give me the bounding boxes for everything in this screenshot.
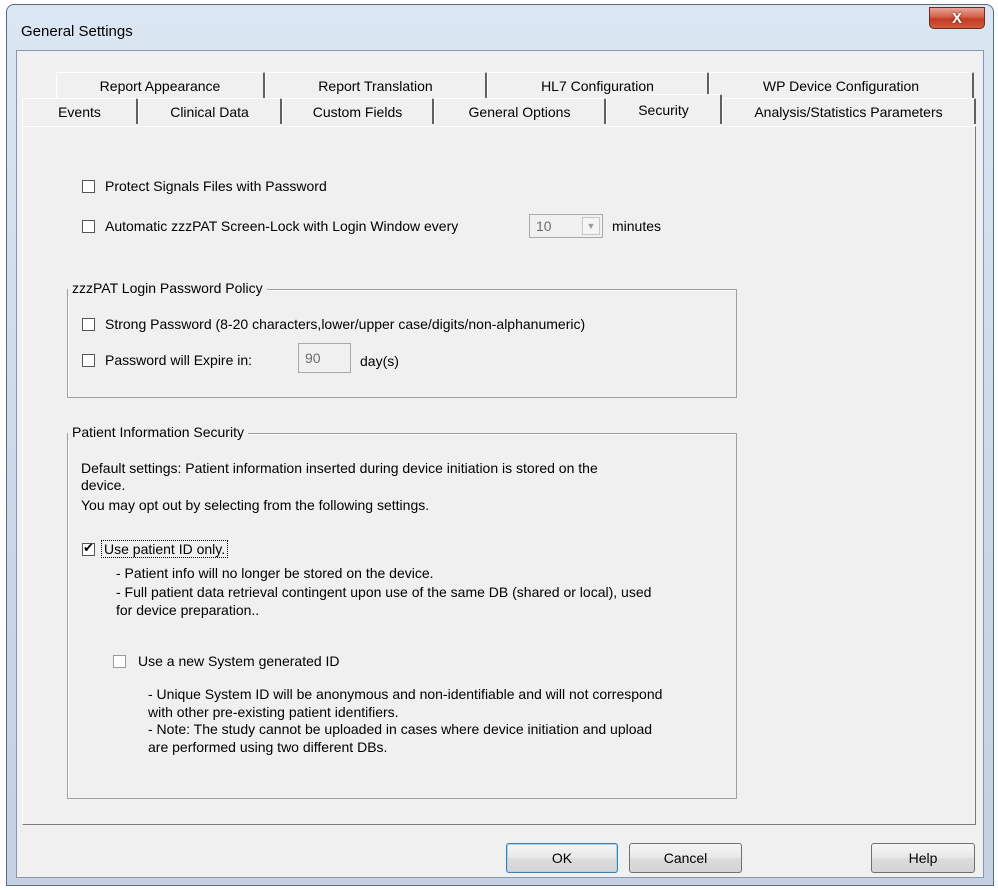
strong-password-label: Strong Password (8-20 characters,lower/u… [105,316,586,332]
protect-signals-row[interactable]: Protect Signals Files with Password [82,178,327,194]
tab-clinical-data[interactable]: Clinical Data [138,98,282,124]
tab-row-front: Events Clinical Data Custom Fields Gener… [22,94,976,124]
patient-info-description-line1: Default settings: Patient information in… [81,460,598,476]
patient-info-description-line2: device. [81,477,126,493]
patient-info-description-line3: You may opt out by selecting from the fo… [81,497,430,513]
close-icon: X [951,9,962,27]
system-id-note2-line1: - Note: The study cannot be uploaded in … [148,721,653,737]
tab-report-appearance[interactable]: Report Appearance [56,72,265,98]
password-expire-row[interactable]: Password will Expire in: [82,352,252,368]
help-button[interactable]: Help [871,843,975,873]
patient-id-note2-line1: - Full patient data retrieval contingent… [116,584,652,600]
system-id-checkbox[interactable] [113,654,126,668]
screen-lock-interval-value: 10 [536,218,552,234]
system-id-note1-line1: - Unique System ID will be anonymous and… [148,686,663,702]
chevron-down-icon[interactable]: ▼ [582,217,600,235]
use-patient-id-label: Use patient ID only. [101,540,229,558]
use-patient-id-checkbox[interactable] [82,540,95,556]
password-expire-checkbox[interactable] [82,353,95,367]
patient-info-title: Patient Information Security [68,424,248,440]
screen-lock-row[interactable]: Automatic zzzPAT Screen-Lock with Login … [82,218,458,234]
system-id-note2-line2: are performed using two different DBs. [148,739,388,755]
patient-id-note2-line2: for device preparation.. [116,602,260,618]
tab-row-back: Report Appearance Report Translation HL7… [56,72,974,98]
system-id-label: Use a new System generated ID [138,653,340,669]
password-expire-days-value: 90 [305,350,321,366]
system-id-row[interactable]: Use a new System generated ID [113,653,340,669]
password-expire-days-field[interactable]: 90 [298,343,351,373]
tab-security[interactable]: Security [606,94,722,124]
window-title: General Settings [21,23,133,40]
tab-report-translation[interactable]: Report Translation [265,72,487,98]
password-expire-label: Password will Expire in: [105,352,253,368]
tab-custom-fields[interactable]: Custom Fields [282,98,434,124]
screen-lock-unit: minutes [612,218,662,234]
tab-general-options[interactable]: General Options [434,98,606,124]
title-bar: General Settings X [7,5,993,51]
protect-signals-label: Protect Signals Files with Password [105,178,327,194]
strong-password-row[interactable]: Strong Password (8-20 characters,lower/u… [82,316,585,332]
login-policy-title: zzzPAT Login Password Policy [68,280,267,296]
tab-events[interactable]: Events [22,98,138,124]
patient-id-note1: - Patient info will no longer be stored … [116,565,434,581]
screen-lock-checkbox[interactable] [82,219,95,233]
login-policy-groupbox [67,289,737,398]
close-button[interactable]: X [929,7,985,29]
screen-lock-label: Automatic zzzPAT Screen-Lock with Login … [105,218,459,234]
use-patient-id-row[interactable]: Use patient ID only. [82,540,229,558]
screen-lock-interval-dropdown[interactable]: 10 ▼ [529,214,603,238]
system-id-note1-line2: with other pre-existing patient identifi… [148,704,399,720]
ok-button[interactable]: OK [506,843,618,873]
password-expire-unit: day(s) [360,353,399,369]
tab-wp-device-configuration[interactable]: WP Device Configuration [709,72,974,98]
cancel-button[interactable]: Cancel [629,843,742,873]
tab-analysis-statistics-parameters[interactable]: Analysis/Statistics Parameters [722,98,976,124]
protect-signals-checkbox[interactable] [82,179,95,193]
strong-password-checkbox[interactable] [82,317,95,331]
